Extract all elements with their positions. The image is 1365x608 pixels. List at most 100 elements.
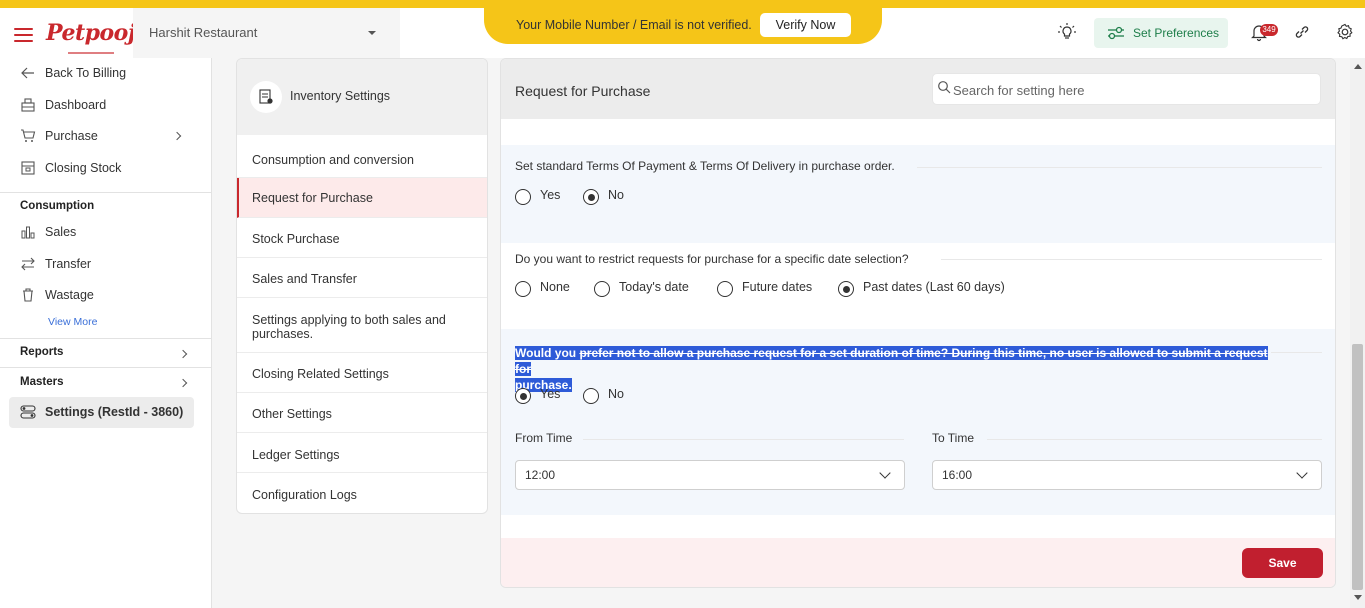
chevron-down-icon bbox=[879, 467, 891, 479]
inventory-icon-circle bbox=[250, 81, 282, 113]
inventory-item-label: Ledger Settings bbox=[252, 448, 340, 462]
inventory-item-closing-related[interactable]: Closing Related Settings bbox=[237, 353, 487, 393]
page-scrollbar[interactable] bbox=[1350, 58, 1365, 608]
transfer-icon bbox=[21, 257, 35, 271]
radio-circle-selected bbox=[515, 388, 531, 404]
from-time-label: From Time bbox=[515, 431, 573, 445]
question-date-restriction-block: Do you want to restrict requests for pur… bbox=[501, 243, 1335, 329]
divider-line bbox=[1271, 352, 1322, 353]
inventory-item-consumption[interactable]: Consumption and conversion bbox=[237, 135, 487, 178]
inventory-item-sales-transfer[interactable]: Sales and Transfer bbox=[237, 258, 487, 298]
inventory-item-label: Request for Purchase bbox=[252, 191, 373, 205]
sidebar-item-label: Dashboard bbox=[45, 98, 107, 112]
from-time-select[interactable]: 12:00 bbox=[515, 460, 905, 490]
preferences-icon bbox=[1108, 26, 1124, 40]
chevron-right-icon bbox=[172, 131, 182, 141]
radio-circle bbox=[594, 281, 610, 297]
dashboard-icon bbox=[21, 98, 35, 112]
trash-icon bbox=[23, 288, 33, 302]
divider-line bbox=[987, 439, 1322, 440]
verification-banner: Your Mobile Number / Email is not verifi… bbox=[484, 0, 882, 44]
radio-circle bbox=[583, 388, 599, 404]
inventory-item-label: Consumption and conversion bbox=[252, 153, 414, 167]
menu-icon[interactable] bbox=[14, 28, 33, 46]
question-terms-block: Set standard Terms Of Payment & Terms Of… bbox=[501, 145, 1335, 243]
inventory-item-other-settings[interactable]: Other Settings bbox=[237, 393, 487, 433]
sidebar-divider bbox=[0, 338, 211, 339]
inventory-item-label: Settings applying to both sales and purc… bbox=[252, 313, 446, 341]
save-button[interactable]: Save bbox=[1242, 548, 1323, 578]
radio-label: Past dates (Last 60 days) bbox=[863, 280, 1005, 294]
sidebar-item-masters[interactable]: Masters bbox=[20, 376, 63, 388]
radio-circle-selected bbox=[583, 189, 599, 205]
lightbulb-icon[interactable] bbox=[1057, 22, 1077, 42]
view-more-link[interactable]: View More bbox=[48, 316, 97, 328]
set-preferences-label: Set Preferences bbox=[1133, 26, 1220, 40]
inventory-item-stock-purchase[interactable]: Stock Purchase bbox=[237, 218, 487, 258]
sidebar-item-label: Sales bbox=[45, 225, 77, 239]
closing-stock-icon bbox=[21, 161, 35, 175]
chevron-down-icon bbox=[368, 31, 376, 35]
verify-now-button[interactable]: Verify Now bbox=[760, 13, 851, 37]
document-settings-icon bbox=[259, 89, 273, 104]
inventory-settings-title: Inventory Settings bbox=[290, 89, 391, 103]
form-footer: Save bbox=[501, 538, 1335, 587]
scroll-down-arrow-icon[interactable] bbox=[1354, 595, 1362, 600]
radio-label: No bbox=[608, 188, 624, 202]
search-input[interactable] bbox=[953, 80, 1308, 100]
inventory-item-request-for-purchase[interactable]: Request for Purchase bbox=[237, 178, 487, 218]
restaurant-selector[interactable]: Harshit Restaurant bbox=[133, 8, 400, 58]
sidebar-item-reports[interactable]: Reports bbox=[20, 346, 63, 358]
divider-line bbox=[583, 439, 904, 440]
chart-icon bbox=[21, 226, 35, 239]
search-icon bbox=[938, 81, 951, 94]
inventory-settings-header: Inventory Settings bbox=[237, 59, 487, 135]
divider-line bbox=[941, 259, 1322, 260]
chevron-right-icon bbox=[178, 349, 188, 359]
request-for-purchase-panel: Request for Purchase Set standard Terms … bbox=[500, 58, 1336, 588]
scroll-thumb[interactable] bbox=[1352, 344, 1363, 590]
verification-message: Your Mobile Number / Email is not verifi… bbox=[516, 18, 752, 32]
radio-circle bbox=[515, 189, 531, 205]
scroll-up-arrow-icon[interactable] bbox=[1354, 64, 1362, 69]
radio-circle-selected bbox=[838, 281, 854, 297]
inventory-item-label: Closing Related Settings bbox=[252, 367, 389, 381]
main-header: Request for Purchase bbox=[501, 59, 1335, 119]
link-icon[interactable] bbox=[1292, 22, 1312, 42]
sidebar-divider bbox=[0, 192, 211, 193]
set-preferences-button[interactable]: Set Preferences bbox=[1094, 18, 1228, 48]
radio-label: No bbox=[608, 387, 624, 401]
inventory-item-both-sales-purchases[interactable]: Settings applying to both sales and purc… bbox=[237, 298, 487, 353]
question-text: Set standard Terms Of Payment & Terms Of… bbox=[515, 159, 895, 173]
sidebar: Back To Billing Dashboard Purchase Closi… bbox=[0, 58, 212, 608]
radio-label: Today's date bbox=[619, 280, 689, 294]
radio-circle bbox=[717, 281, 733, 297]
sidebar-item-label: Wastage bbox=[45, 288, 94, 302]
question-text-highlighted: Would you prefer not to allow a purchase… bbox=[515, 345, 1275, 393]
question-text: Do you want to restrict requests for pur… bbox=[515, 252, 909, 266]
radio-label: Future dates bbox=[742, 280, 813, 294]
radio-circle bbox=[515, 281, 531, 297]
inventory-item-label: Stock Purchase bbox=[252, 232, 340, 246]
settings-search bbox=[932, 73, 1321, 105]
settings-toggle-icon bbox=[20, 405, 36, 419]
gear-icon[interactable] bbox=[1335, 22, 1355, 42]
chevron-down-icon bbox=[1296, 467, 1308, 479]
divider-line bbox=[917, 167, 1322, 168]
question-time-restriction-block: Would you prefer not to allow a purchase… bbox=[501, 329, 1335, 515]
sidebar-item-purchase[interactable]: Purchase bbox=[20, 127, 190, 147]
radio-label: Yes bbox=[540, 188, 561, 202]
inventory-item-configuration-logs[interactable]: Configuration Logs bbox=[237, 473, 487, 513]
sidebar-item-label: Back To Billing bbox=[45, 66, 127, 80]
radio-label: None bbox=[540, 280, 570, 294]
sidebar-item-label: Purchase bbox=[45, 129, 98, 143]
cart-icon bbox=[21, 129, 36, 142]
to-time-select[interactable]: 16:00 bbox=[932, 460, 1322, 490]
notification-badge: 349 bbox=[1260, 24, 1278, 36]
inventory-item-label: Sales and Transfer bbox=[252, 272, 357, 286]
consumption-section-title: Consumption bbox=[20, 200, 95, 212]
chevron-right-icon bbox=[178, 378, 188, 388]
restaurant-name: Harshit Restaurant bbox=[149, 25, 258, 40]
inventory-item-ledger-settings[interactable]: Ledger Settings bbox=[237, 433, 487, 473]
to-time-value: 16:00 bbox=[942, 468, 973, 482]
